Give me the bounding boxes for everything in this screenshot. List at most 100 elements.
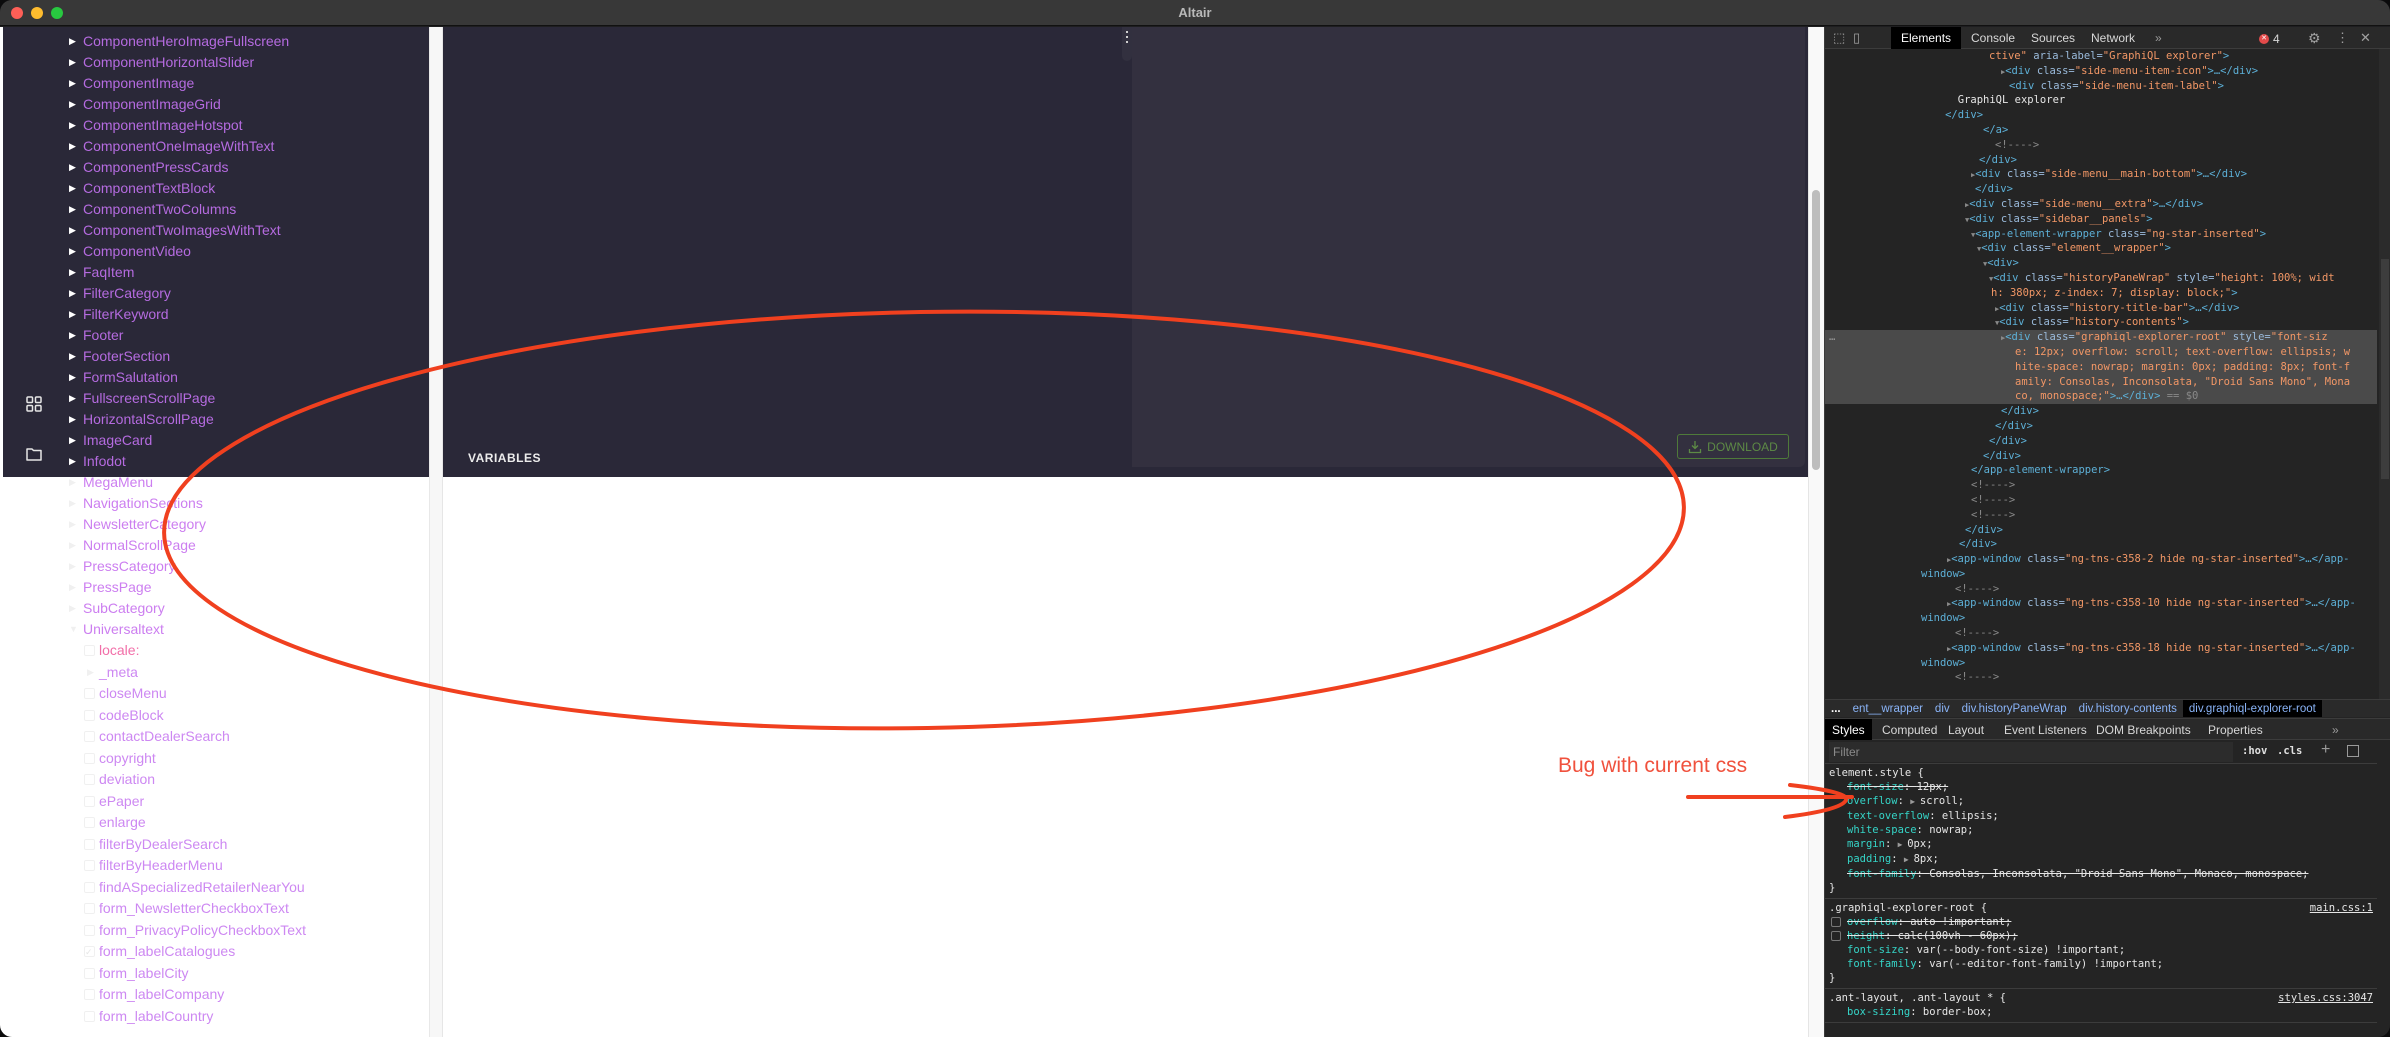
explorer-type-item[interactable]: ▶ MegaMenu bbox=[63, 472, 429, 493]
styles-subtab-properties[interactable]: Properties bbox=[2201, 719, 2270, 741]
tab-network[interactable]: Network bbox=[2081, 27, 2145, 49]
tab-sources[interactable]: Sources bbox=[2021, 27, 2085, 49]
css-value[interactable]: Consolas, Inconsolata, "Droid Sans Mono"… bbox=[1929, 868, 2308, 880]
explorer-type-item[interactable]: ▶ ComponentOneImageWithText bbox=[63, 136, 429, 157]
explorer-type-item[interactable]: ▶ FilterKeyword bbox=[63, 304, 429, 325]
breadcrumb-item[interactable]: div.history-contents bbox=[2073, 700, 2183, 717]
toggle-sidebar-icon[interactable] bbox=[2347, 745, 2359, 757]
dom-node-line[interactable]: <!----> bbox=[1825, 670, 2377, 685]
explorer-field-item[interactable]: copyright bbox=[63, 748, 429, 770]
explorer-field-item[interactable]: closeMenu bbox=[63, 683, 429, 705]
explorer-type-item[interactable]: ▶ ImageCard bbox=[63, 430, 429, 451]
explorer-type-item-expanded[interactable]: ▼ Universaltext bbox=[63, 619, 429, 640]
dom-node-line[interactable]: GraphiQL explorer bbox=[1825, 93, 2377, 108]
styles-subtab-computed[interactable]: Computed bbox=[1875, 719, 1944, 741]
inspect-element-icon[interactable]: ⬚ bbox=[1833, 30, 1845, 46]
explorer-type-item[interactable]: ▶ SubCategory bbox=[63, 598, 429, 619]
elements-dom-tree[interactable]: ctive" aria-label="GraphiQL explorer"> ▶<… bbox=[1825, 49, 2377, 699]
css-property[interactable]: text-overflow bbox=[1847, 810, 1929, 822]
field-checkbox[interactable] bbox=[84, 817, 95, 828]
field-checkbox[interactable] bbox=[84, 881, 95, 893]
dom-node-line[interactable]: </div> bbox=[1825, 434, 2377, 449]
app-scrollbar[interactable] bbox=[1808, 27, 1824, 1037]
explorer-type-item[interactable]: ▶ FormSalutation bbox=[63, 367, 429, 388]
css-declaration[interactable]: overflow: auto !important; bbox=[1829, 915, 2377, 929]
dom-node-line[interactable]: window> bbox=[1825, 656, 2377, 671]
folder-icon[interactable] bbox=[25, 445, 43, 463]
styles-subtab-event-listeners[interactable]: Event Listeners bbox=[1997, 719, 2094, 741]
explorer-field-item[interactable]: ePaper bbox=[63, 791, 429, 813]
css-declaration[interactable]: overflow: ▶ scroll; bbox=[1829, 794, 2377, 809]
css-value[interactable]: border-box; bbox=[1923, 1006, 1993, 1018]
dom-node-line[interactable]: ▶<div class="side-menu__main-bottom">…</… bbox=[1825, 167, 2377, 182]
breadcrumb-item[interactable]: div.historyPaneWrap bbox=[1956, 700, 2073, 717]
css-property[interactable]: font-size bbox=[1847, 781, 1904, 793]
dom-node-selected[interactable]: co, monospace;">…</div> == $0 bbox=[1825, 389, 2377, 405]
dom-node-line[interactable]: </div> bbox=[1825, 108, 2377, 123]
dom-node-line[interactable]: <!----> bbox=[1825, 626, 2377, 641]
css-declaration[interactable]: white-space: nowrap; bbox=[1829, 823, 2377, 837]
explorer-type-item[interactable]: ▶ NavigationSections bbox=[63, 493, 429, 514]
dom-node-line[interactable]: ▶<app-window class="ng-tns-c358-18 hide … bbox=[1825, 641, 2377, 656]
query-editor[interactable]: VARIABLES bbox=[443, 27, 1132, 477]
css-property[interactable]: overflow bbox=[1847, 795, 1898, 807]
css-selector[interactable]: .graphiql-explorer-root { bbox=[1829, 901, 2377, 915]
dom-node-line[interactable]: ▼<div class="historyPaneWrap" style="hei… bbox=[1825, 271, 2377, 286]
dom-node-line[interactable]: </a> bbox=[1825, 123, 2377, 138]
class-toggle[interactable]: .cls bbox=[2277, 745, 2302, 757]
dom-node-line[interactable]: </app-element-wrapper> bbox=[1825, 463, 2377, 478]
css-property[interactable]: padding bbox=[1847, 853, 1891, 865]
css-declaration[interactable]: font-family: var(--editor-font-family) !… bbox=[1829, 957, 2377, 971]
dom-node-line[interactable]: ▼<div> bbox=[1825, 256, 2377, 271]
explorer-type-item[interactable]: ▶ PressPage bbox=[63, 577, 429, 598]
breadcrumb-item[interactable]: ent__wrapper bbox=[1847, 700, 1929, 717]
dom-node-line[interactable]: ▶<div class="side-menu-item-icon">…</div… bbox=[1825, 64, 2377, 79]
explorer-field-item[interactable]: form_labelCatalogues bbox=[63, 941, 429, 964]
dom-node-line[interactable]: ▼<div class="element__wrapper"> bbox=[1825, 241, 2377, 256]
declaration-checkbox[interactable] bbox=[1831, 917, 1841, 927]
download-button[interactable]: DOWNLOAD bbox=[1677, 434, 1789, 459]
dom-node-line[interactable]: </div> bbox=[1825, 523, 2377, 538]
explorer-field-item[interactable]: form_NewsletterCheckboxText bbox=[63, 898, 429, 920]
dom-node-line[interactable]: window> bbox=[1825, 567, 2377, 582]
dom-node-line[interactable]: ▶<app-window class="ng-tns-c358-2 hide n… bbox=[1825, 552, 2377, 567]
explorer-divider[interactable] bbox=[429, 27, 443, 1037]
explorer-field-item[interactable]: contactDealerSearch bbox=[63, 726, 429, 748]
field-checkbox[interactable] bbox=[84, 688, 95, 699]
hover-state-toggle[interactable]: :hov bbox=[2242, 745, 2267, 757]
css-value[interactable]: scroll; bbox=[1920, 795, 1964, 807]
shorthand-expand-icon[interactable]: ▶ bbox=[1898, 840, 1908, 849]
css-value[interactable]: auto !important; bbox=[1910, 916, 2011, 928]
dom-node-selected[interactable]: ▶<div class="graphiql-explorer-root" sty… bbox=[1825, 330, 2377, 345]
field-checkbox[interactable] bbox=[84, 795, 95, 807]
shorthand-expand-icon[interactable]: ▶ bbox=[1910, 797, 1920, 806]
explorer-type-item[interactable]: ▶ FilterCategory bbox=[63, 283, 429, 304]
explorer-type-item[interactable]: ▶ ComponentImageHotspot bbox=[63, 115, 429, 136]
explorer-type-item[interactable]: ▶ PressCategory bbox=[63, 556, 429, 577]
tab-elements[interactable]: Elements bbox=[1891, 27, 1962, 49]
css-declaration[interactable]: font-family: Consolas, Inconsolata, "Dro… bbox=[1829, 867, 2377, 881]
css-declaration[interactable]: text-overflow: ellipsis; bbox=[1829, 809, 2377, 823]
explorer-type-item[interactable]: ▶ ComponentVideo bbox=[63, 241, 429, 262]
declaration-checkbox[interactable] bbox=[1831, 931, 1841, 941]
dom-node-line[interactable]: ▼<div class="sidebar__panels"> bbox=[1825, 212, 2377, 227]
css-declaration[interactable]: box-sizing: border-box; bbox=[1829, 1005, 2377, 1019]
css-property[interactable]: font-family bbox=[1847, 958, 1917, 970]
dom-node-line[interactable]: <div class="side-menu-item-label"> bbox=[1825, 79, 2377, 94]
styles-subtab-styles[interactable]: Styles bbox=[1825, 719, 1872, 741]
css-source-link[interactable]: styles.css:3047 bbox=[2278, 991, 2373, 1005]
settings-gear-icon[interactable]: ⚙ bbox=[2308, 30, 2321, 47]
explorer-type-item[interactable]: ▶ Footer bbox=[63, 325, 429, 346]
explorer-type-item[interactable]: ▶ ComponentTextBlock bbox=[63, 178, 429, 199]
dom-node-line[interactable]: ▶<div class="history-title-bar">…</div> bbox=[1825, 301, 2377, 316]
explorer-type-item[interactable]: ▶ FooterSection bbox=[63, 346, 429, 367]
css-property[interactable]: font-family bbox=[1847, 868, 1917, 880]
dom-node-line[interactable]: </div> bbox=[1825, 182, 2377, 197]
css-declaration[interactable]: padding: ▶ 8px; bbox=[1829, 852, 2377, 867]
explorer-field-item[interactable]: enlarge bbox=[63, 812, 429, 834]
breadcrumb-overflow[interactable]: ... bbox=[1825, 700, 1847, 717]
dom-tree-scrollbar[interactable] bbox=[2379, 49, 2390, 699]
field-checkbox[interactable] bbox=[84, 752, 95, 764]
css-property[interactable]: font-size bbox=[1847, 944, 1904, 956]
styles-subtab-dom-breakpoints[interactable]: DOM Breakpoints bbox=[2089, 719, 2198, 741]
